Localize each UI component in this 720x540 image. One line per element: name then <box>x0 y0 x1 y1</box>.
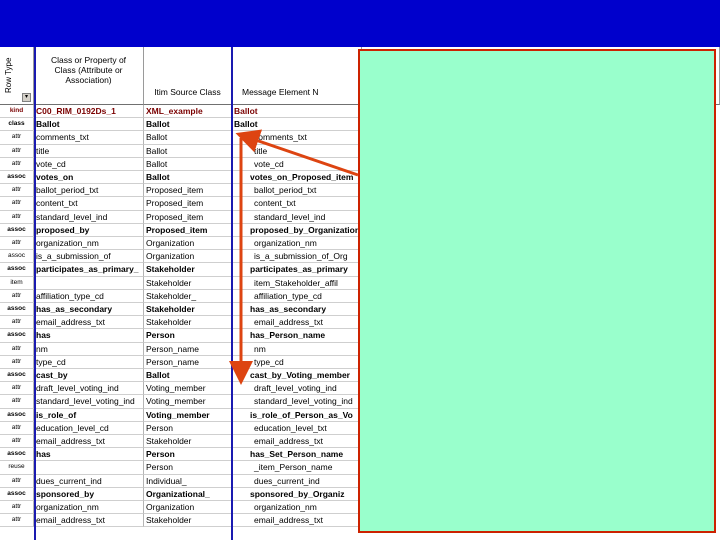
annotation-arrows <box>229 129 359 385</box>
diagonal-arrow <box>235 129 359 177</box>
